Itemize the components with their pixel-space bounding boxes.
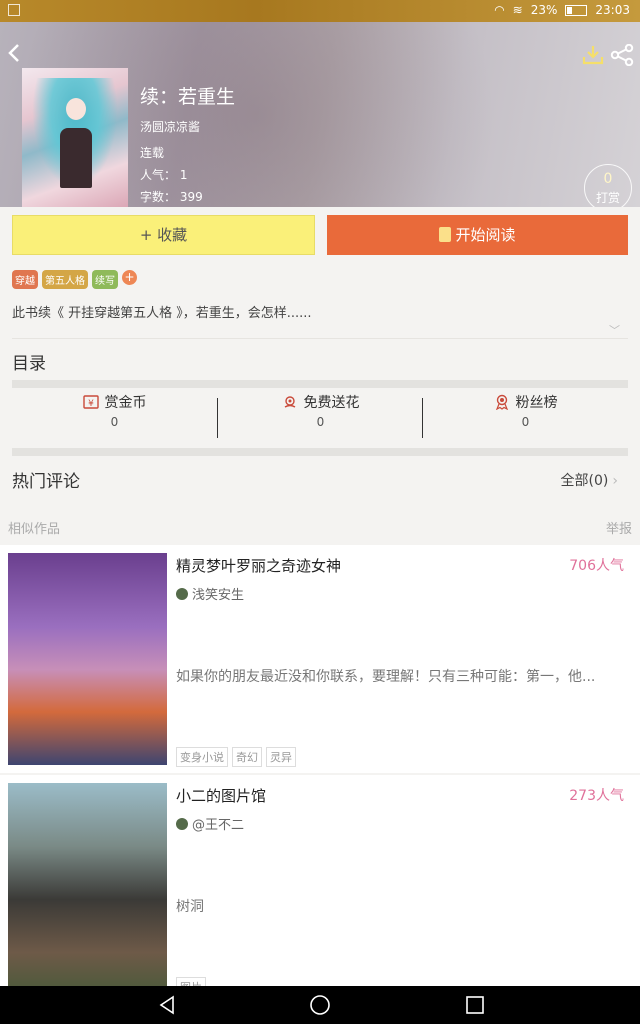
work-author-name: 浅笑安生 [192,588,245,603]
download-icon [582,46,604,65]
coin-icon: ¥ [82,395,99,409]
tip-button[interactable]: 0 打赏 [584,164,632,207]
svg-text:¥: ¥ [88,399,94,409]
download-button[interactable] [582,44,604,66]
book-header: 续：若重生 汤圆凉凉酱 连载 人气： 1 字数： 399 0 打赏 [0,22,640,207]
add-tag-button[interactable]: + [122,270,137,285]
report-button[interactable]: 举报 [606,518,632,537]
book-status: 连载 [140,146,165,160]
tag-item[interactable]: 穿越 [12,270,38,289]
stats-row: ¥ 赏金币 0 免费送花 0 粉丝榜 0 [12,392,628,444]
work-popularity: 273人气 [569,788,624,804]
flower-icon [284,396,295,408]
work-tag: 图片 [176,977,206,986]
chevron-left-icon [8,44,19,62]
system-nav-bar [0,986,640,1024]
list-item[interactable]: 小二的图片馆 273人气 @王不二 树洞 图片 [0,775,640,986]
expand-chevron-icon[interactable]: ﹀ [609,322,620,338]
work-author-name: @王不二 [192,818,245,833]
stat-value: 0 [521,415,530,429]
work-tag: 奇幻 [232,747,262,767]
tag-item[interactable]: 续写 [92,270,118,289]
book-popularity: 人气： 1 [140,168,188,182]
clock: 23:03 [595,3,630,17]
book-author[interactable]: 汤圆凉凉酱 [140,118,200,135]
battery-icon [565,4,588,16]
avatar [176,588,188,600]
nav-back-icon[interactable] [156,994,178,1016]
status-bar: ◠ ≋ 23% 23:03 [0,0,640,22]
stat-value: 0 [316,415,325,429]
section-divider [12,380,628,388]
start-reading-button[interactable]: 开始阅读 [327,215,628,255]
stat-label: 免费送花 [303,395,360,411]
work-description: 如果你的朋友最近没和你联系，要理解！只有三种可能：第一，他... [176,669,596,685]
section-divider [12,448,628,456]
tag-item[interactable]: 第五人格 [42,270,88,289]
reward-coins-stat[interactable]: ¥ 赏金币 0 [12,392,217,444]
stat-value: 0 [110,415,119,429]
book-synopsis: 此书续《 开挂穿越第五人格 》，若重生，会怎样...... [12,306,312,321]
tag-list: 穿越 第五人格 续写 + [12,270,137,289]
list-item[interactable]: 精灵梦叶罗丽之奇迹女神 706人气 浅笑安生 如果你的朋友最近没和你联系，要理解… [0,545,640,773]
battery-percent: 23% [530,3,558,17]
catalog-link[interactable]: 目录 [12,349,46,374]
work-thumbnail[interactable] [8,783,167,986]
similar-works-heading: 相似作品 [8,522,61,537]
back-button[interactable] [6,42,26,66]
work-description: 树洞 [176,899,204,915]
work-thumbnail[interactable] [8,553,167,765]
work-title: 精灵梦叶罗丽之奇迹女神 [176,557,342,575]
stat-label: 粉丝榜 [515,395,558,411]
free-flower-stat[interactable]: 免费送花 0 [218,392,423,444]
all-comments-link[interactable]: 全部(0) › [561,470,618,490]
work-author: 浅笑安生 [176,584,244,603]
screenshot-icon [8,4,20,16]
tip-count: 0 [603,171,613,187]
work-tag: 变身小说 [176,747,228,767]
all-comments-label: 全部(0) [560,473,609,489]
tip-label: 打赏 [595,191,620,205]
stat-label: 赏金币 [104,395,147,411]
book-icon [439,227,452,242]
fan-ranking-stat[interactable]: 粉丝榜 0 [423,392,628,444]
avatar [176,818,188,830]
book-word-count: 字数： 399 [140,190,203,204]
work-author: @王不二 [176,814,244,833]
share-button[interactable] [610,43,634,67]
share-icon [610,43,634,67]
nav-recent-icon[interactable] [464,994,486,1016]
work-tag: 灵异 [266,747,296,767]
book-cover[interactable] [22,68,128,207]
chevron-right-icon: › [612,473,618,489]
start-reading-label: 开始阅读 [455,226,516,244]
divider [12,338,628,339]
wifi-icon: ≋ [512,3,523,17]
work-popularity: 706人气 [569,558,624,574]
headphone-icon: ◠ [494,3,505,17]
hot-comments-heading: 热门评论 [12,472,80,492]
favorite-button[interactable]: + 收藏 [12,215,315,255]
medal-icon [495,394,508,410]
work-title: 小二的图片馆 [176,787,267,805]
book-title: 续：若重生 [140,86,236,108]
nav-home-icon[interactable] [309,994,331,1016]
